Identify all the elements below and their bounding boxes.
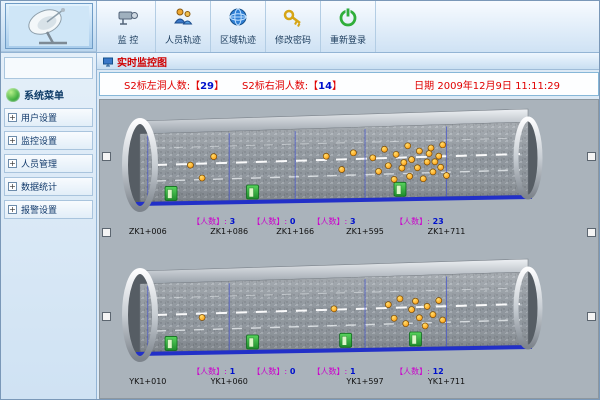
station-label: YK1+010	[129, 377, 166, 386]
station-label: ZK1+166	[276, 227, 314, 236]
relogin-button-label: 重新登录	[330, 33, 366, 46]
monitor-button-label: 监 控	[118, 33, 139, 46]
date-time: 日期 2009年12月9日 11:11:29	[414, 77, 560, 92]
monitor-button[interactable]: 监 控	[101, 1, 156, 52]
people-track-icon	[172, 7, 194, 31]
right-tunnel-count: S2标右洞人数:【14】	[242, 77, 342, 92]
tunnel-right: 【人数】: 1 【人数】: 0 【人数】: 1 【人数】: 12 YK1+010 YK1+…	[118, 258, 550, 388]
sidebar-item-data-stats[interactable]: 数据统计	[4, 177, 93, 196]
toolbar: 监 控 人员轨迹	[1, 1, 600, 53]
tab-realtime-monitor[interactable]: 实时监控图	[117, 54, 167, 69]
camera-icon	[117, 7, 139, 31]
system-menu-title: 系统菜单	[24, 87, 64, 102]
sidebar: 系统菜单 用户设置 监控设置 人员管理 数据统计 报警设置	[1, 53, 97, 400]
canvas-handle[interactable]	[102, 228, 111, 237]
tunnel-left: 【人数】: 3 【人数】: 0 【人数】: 3 【人数】: 23 ZK1+006 ZK1+…	[118, 108, 550, 238]
app-logo	[1, 1, 97, 52]
personnel-track-button-label: 人员轨迹	[165, 33, 201, 46]
sidebar-item-label: 人员管理	[21, 157, 57, 170]
tunnel-left-graphic	[118, 108, 550, 212]
sidebar-item-user-settings[interactable]: 用户设置	[4, 108, 93, 127]
main-panel: S2标左洞人数:【29】 S2标右洞人数:【14】 日期 2009年12月9日 …	[97, 70, 600, 400]
station-label: ZK1+086	[210, 227, 248, 236]
relogin-button[interactable]: 重新登录	[321, 1, 376, 52]
tunnel-canvas: 【人数】: 3 【人数】: 0 【人数】: 3 【人数】: 23 ZK1+006 ZK1+…	[99, 99, 599, 399]
expand-plus-icon[interactable]	[8, 182, 17, 191]
segment-count: 【人数】: 3	[312, 216, 355, 227]
expand-plus-icon[interactable]	[8, 205, 17, 214]
station-label: ZK1+595	[346, 227, 384, 236]
area-track-icon	[228, 7, 248, 31]
segment-count: 【人数】: 1	[192, 366, 235, 377]
sidebar-item-alarm-settings[interactable]: 报警设置	[4, 200, 93, 219]
app-window: 监 控 人员轨迹	[0, 0, 600, 400]
sidebar-item-monitor-settings[interactable]: 监控设置	[4, 131, 93, 150]
expand-plus-icon[interactable]	[8, 159, 17, 168]
segment-count: 【人数】: 3	[192, 216, 235, 227]
left-tunnel-count: S2标左洞人数:【29】	[124, 77, 224, 92]
view-tab-bar: 实时监控图	[97, 53, 600, 70]
station-label: ZK1+006	[129, 227, 167, 236]
relogin-power-icon	[338, 7, 358, 31]
toolbar-buttons: 监 控 人员轨迹	[97, 1, 376, 52]
segment-count: 【人数】: 0	[252, 366, 295, 377]
sidebar-item-label: 数据统计	[21, 180, 57, 193]
segment-count: 【人数】: 23	[395, 216, 444, 227]
sidebar-item-personnel-mgmt[interactable]: 人员管理	[4, 154, 93, 173]
station-label: ZK1+711	[428, 227, 466, 236]
expand-plus-icon[interactable]	[8, 136, 17, 145]
change-password-button-label: 修改密码	[275, 33, 311, 46]
area-track-button[interactable]: 区域轨迹	[211, 1, 266, 52]
station-label: YK1+711	[428, 377, 465, 386]
sidebar-inset-panel	[4, 57, 93, 79]
station-label: YK1+597	[346, 377, 383, 386]
status-bar: S2标左洞人数:【29】 S2标右洞人数:【14】 日期 2009年12月9日 …	[99, 72, 599, 96]
canvas-handle[interactable]	[102, 312, 111, 321]
canvas-handle[interactable]	[587, 152, 596, 161]
canvas-handle[interactable]	[587, 228, 596, 237]
area-track-button-label: 区域轨迹	[220, 33, 256, 46]
password-key-icon	[282, 7, 304, 31]
canvas-handle[interactable]	[102, 152, 111, 161]
green-sphere-icon	[6, 88, 20, 102]
tunnel-right-labels: 【人数】: 1 【人数】: 0 【人数】: 1 【人数】: 12 YK1+010 YK1+…	[118, 366, 550, 388]
canvas-handle[interactable]	[587, 312, 596, 321]
segment-count: 【人数】: 0	[252, 216, 295, 227]
segment-count: 【人数】: 1	[312, 366, 355, 377]
change-password-button[interactable]: 修改密码	[266, 1, 321, 52]
station-label: YK1+060	[211, 377, 248, 386]
tunnel-left-labels: 【人数】: 3 【人数】: 0 【人数】: 3 【人数】: 23 ZK1+006 ZK1+…	[118, 216, 550, 238]
expand-plus-icon[interactable]	[8, 113, 17, 122]
system-menu-header: 系统菜单	[4, 85, 93, 108]
sidebar-item-label: 监控设置	[21, 134, 57, 147]
personnel-track-button[interactable]: 人员轨迹	[156, 1, 211, 52]
satellite-dish-icon	[5, 3, 93, 49]
sidebar-item-label: 报警设置	[21, 203, 57, 216]
monitor-view-icon	[103, 52, 113, 71]
tunnel-right-graphic	[118, 258, 550, 362]
sidebar-item-label: 用户设置	[21, 111, 57, 124]
segment-count: 【人数】: 12	[395, 366, 444, 377]
